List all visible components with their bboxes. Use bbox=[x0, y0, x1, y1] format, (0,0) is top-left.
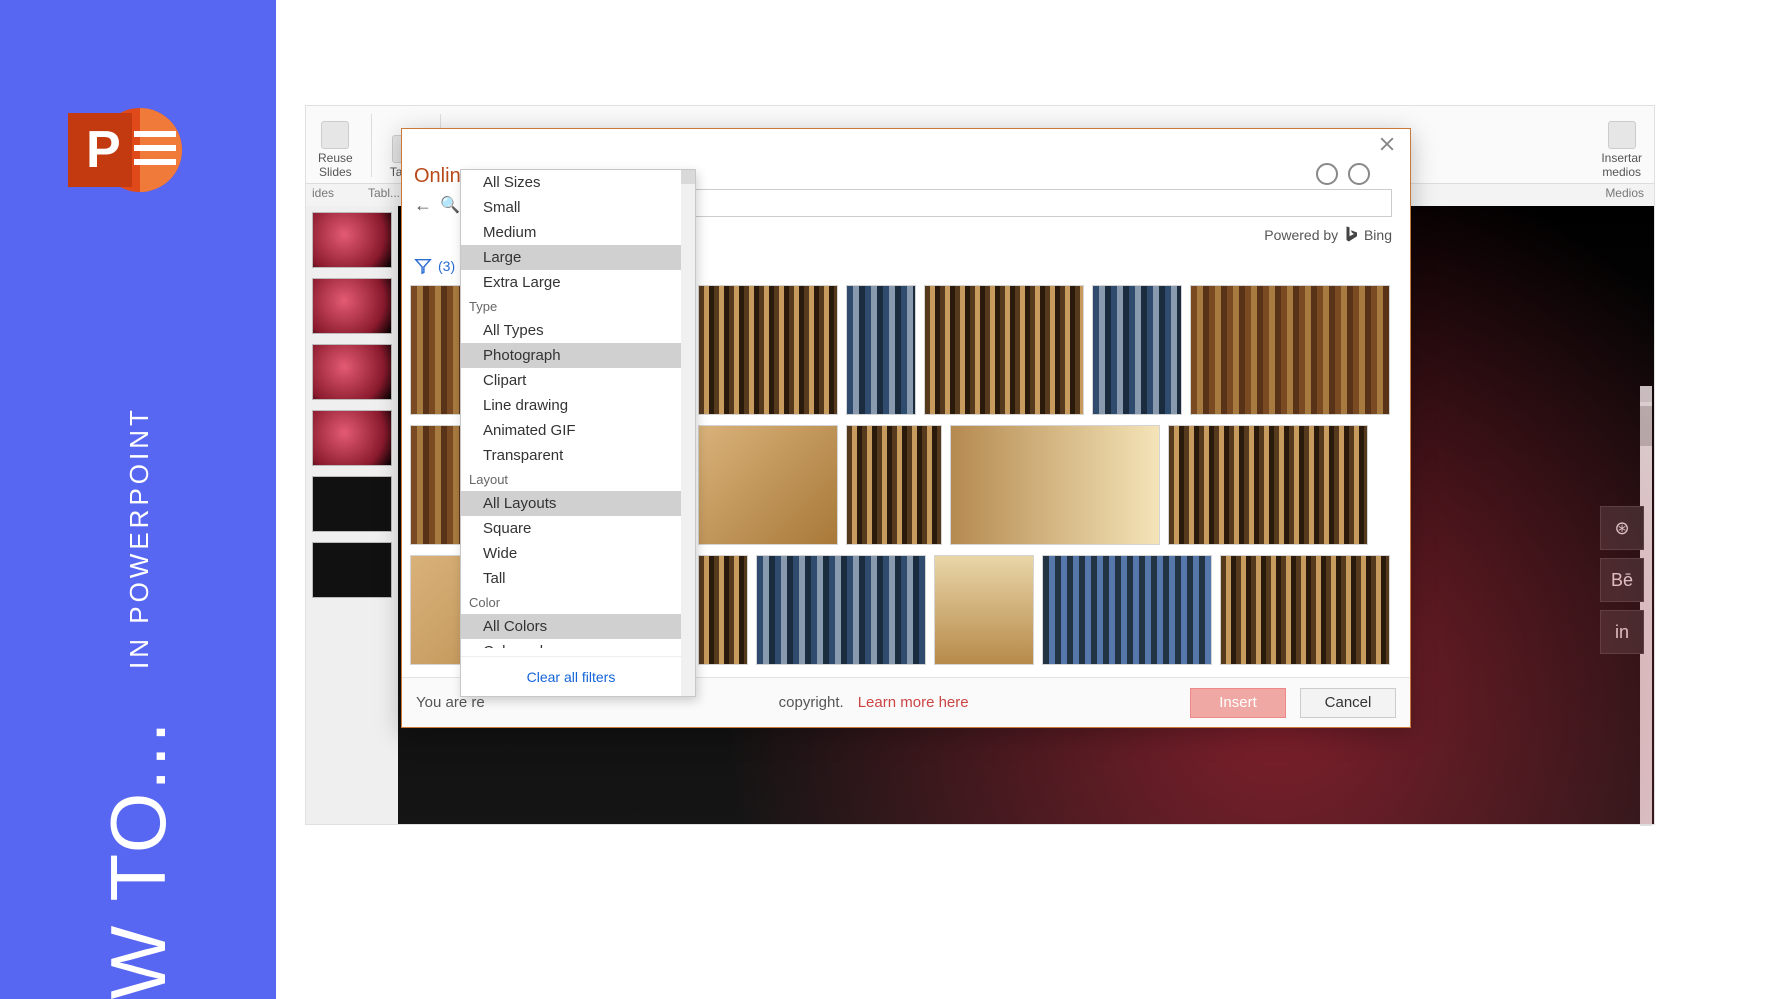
learn-more-link[interactable]: Learn more here bbox=[858, 694, 969, 711]
slide-thumbnails[interactable] bbox=[306, 206, 398, 824]
filter-layout-square[interactable]: Square bbox=[461, 516, 681, 541]
filter-type-photograph[interactable]: Photograph bbox=[461, 343, 681, 368]
filter-header-color: Color bbox=[461, 591, 681, 614]
scroll-up-icon[interactable] bbox=[1640, 386, 1652, 402]
how-to-title: HOW TO... bbox=[99, 720, 177, 999]
insertar-medios-label: Insertar medios bbox=[1601, 151, 1642, 179]
result-image[interactable] bbox=[846, 285, 916, 415]
result-image[interactable] bbox=[698, 285, 838, 415]
result-image[interactable] bbox=[756, 555, 926, 665]
filter-type-clipart[interactable]: Clipart bbox=[461, 368, 681, 393]
cancel-button[interactable]: Cancel bbox=[1300, 688, 1396, 718]
filter-size-small[interactable]: Small bbox=[461, 195, 681, 220]
filter-header-layout: Layout bbox=[461, 468, 681, 491]
search-icon[interactable]: 🔍 bbox=[440, 195, 460, 215]
linkedin-icon[interactable]: in bbox=[1600, 610, 1644, 654]
filter-type-gif[interactable]: Animated GIF bbox=[461, 418, 681, 443]
bing-icon bbox=[1342, 225, 1360, 243]
result-image[interactable] bbox=[846, 425, 942, 545]
online-pictures-dialog: Online ← 🔍 Powered by Bing (3) bbox=[401, 128, 1411, 728]
tutorial-left-panel: P HOW TO... IN POWERPOINT bbox=[0, 0, 276, 999]
filter-list: All Sizes Small Medium Large Extra Large… bbox=[461, 170, 681, 648]
filter-color-all[interactable]: All Colors bbox=[461, 614, 681, 639]
close-button[interactable] bbox=[1380, 137, 1398, 155]
filter-size-medium[interactable]: Medium bbox=[461, 220, 681, 245]
ribbon-section-medios: Medios bbox=[1605, 186, 1644, 200]
result-image[interactable] bbox=[698, 425, 838, 545]
filter-layout-wide[interactable]: Wide bbox=[461, 541, 681, 566]
frown-icon[interactable] bbox=[1348, 163, 1370, 185]
filter-layout-tall[interactable]: Tall bbox=[461, 566, 681, 591]
powerpoint-logo-icon: P bbox=[62, 95, 182, 210]
feedback-faces bbox=[1316, 163, 1370, 185]
filter-header-type: Type bbox=[461, 295, 681, 318]
result-image[interactable] bbox=[698, 555, 748, 665]
filter-scrollbar[interactable] bbox=[681, 170, 695, 696]
scroll-thumb[interactable] bbox=[1640, 406, 1652, 446]
insert-button[interactable]: Insert bbox=[1190, 688, 1286, 718]
svg-text:P: P bbox=[86, 121, 121, 179]
clear-filters-link[interactable]: Clear all filters bbox=[461, 656, 681, 696]
slide-thumbnail[interactable] bbox=[312, 410, 392, 466]
ribbon-separator bbox=[371, 114, 372, 177]
filter-layout-all[interactable]: All Layouts bbox=[461, 491, 681, 516]
filter-type-transparent[interactable]: Transparent bbox=[461, 443, 681, 468]
slide-thumbnail[interactable] bbox=[312, 344, 392, 400]
canvas-overlay-icons: ⊛ Bē in bbox=[1600, 506, 1644, 654]
slide-thumbnail[interactable] bbox=[312, 476, 392, 532]
slide-thumbnail[interactable] bbox=[312, 212, 392, 268]
how-to-subtitle: IN POWERPOINT bbox=[124, 406, 155, 669]
reuse-slides-icon bbox=[321, 121, 349, 149]
result-image[interactable] bbox=[924, 285, 1084, 415]
behance-icon[interactable]: Bē bbox=[1600, 558, 1644, 602]
filter-color-only[interactable]: Color only bbox=[461, 639, 681, 648]
bing-label: Bing bbox=[1364, 227, 1392, 243]
media-icon bbox=[1608, 121, 1636, 149]
editor-scrollbar[interactable] bbox=[1640, 386, 1652, 826]
ribbon-insertar-medios[interactable]: Insertar medios bbox=[1595, 119, 1648, 181]
filter-dropdown: All Sizes Small Medium Large Extra Large… bbox=[460, 169, 696, 697]
powered-by-label: Powered by bbox=[1264, 227, 1338, 243]
reuse-slides-label: Reuse Slides bbox=[318, 151, 353, 179]
filter-count: (3) bbox=[438, 258, 455, 274]
result-image[interactable] bbox=[1042, 555, 1212, 665]
funnel-icon bbox=[414, 257, 432, 275]
slide-thumbnail[interactable] bbox=[312, 278, 392, 334]
result-image[interactable] bbox=[934, 555, 1034, 665]
ribbon-section-table: Tabl... bbox=[368, 186, 400, 200]
scroll-up-icon[interactable] bbox=[681, 170, 695, 184]
result-image[interactable] bbox=[1220, 555, 1390, 665]
dribbble-icon[interactable]: ⊛ bbox=[1600, 506, 1644, 550]
result-image[interactable] bbox=[1190, 285, 1390, 415]
smile-icon[interactable] bbox=[1316, 163, 1338, 185]
filter-indicator[interactable]: (3) bbox=[414, 257, 455, 275]
result-image[interactable] bbox=[1092, 285, 1182, 415]
filter-size-xlarge[interactable]: Extra Large bbox=[461, 270, 681, 295]
result-image[interactable] bbox=[1168, 425, 1368, 545]
filter-size-all[interactable]: All Sizes bbox=[461, 170, 681, 195]
ribbon-reuse-slides[interactable]: Reuse Slides bbox=[312, 119, 359, 181]
filter-type-linedrawing[interactable]: Line drawing bbox=[461, 393, 681, 418]
filter-type-all[interactable]: All Types bbox=[461, 318, 681, 343]
footer-text-mid: copyright. bbox=[779, 694, 844, 711]
slide-thumbnail[interactable] bbox=[312, 542, 392, 598]
result-image[interactable] bbox=[950, 425, 1160, 545]
ribbon-section-slides: ides bbox=[312, 186, 334, 200]
filter-size-large[interactable]: Large bbox=[461, 245, 681, 270]
powerpoint-window: Reuse Slides Tabl... Online Pictures Ins… bbox=[305, 105, 1655, 825]
powered-by: Powered by Bing bbox=[1264, 225, 1392, 243]
back-button[interactable]: ← bbox=[414, 195, 432, 216]
